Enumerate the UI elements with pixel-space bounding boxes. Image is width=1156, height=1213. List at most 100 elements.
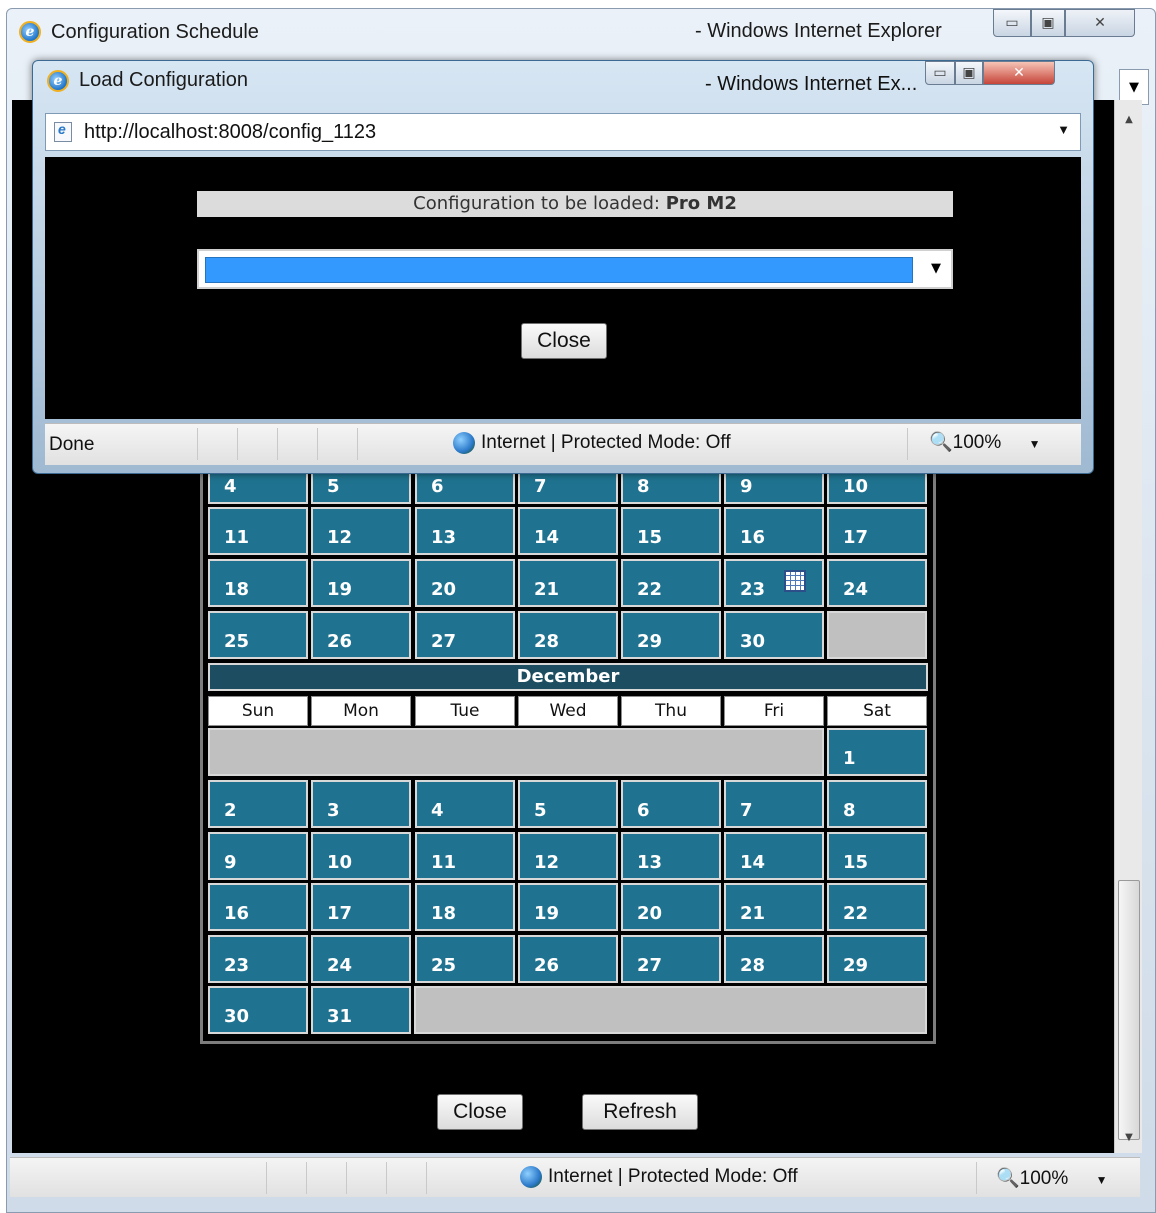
day-cell[interactable]: 18 xyxy=(415,883,515,931)
day-cell[interactable]: 7 xyxy=(724,780,824,828)
empty-cell xyxy=(827,611,927,659)
minimize-icon[interactable]: ▭ xyxy=(925,61,955,85)
address-bar[interactable]: http://localhost:8008/config_1123 ▼ xyxy=(45,113,1081,151)
day-cell[interactable]: 4 xyxy=(415,780,515,828)
day-cell[interactable]: 17 xyxy=(827,507,927,555)
day-cell[interactable]: 25 xyxy=(208,611,308,659)
status-divider xyxy=(386,1162,387,1194)
day-cell[interactable]: 14 xyxy=(518,507,618,555)
scroll-thumb[interactable] xyxy=(1118,880,1140,1140)
maximize-icon[interactable]: ▣ xyxy=(1031,9,1065,37)
day-cell[interactable]: 29 xyxy=(621,611,721,659)
main-window-title-suffix: - Windows Internet Explorer xyxy=(695,20,942,42)
zoom-icon: 🔍 xyxy=(996,1168,1020,1189)
day-cell[interactable]: 2 xyxy=(208,780,308,828)
load-configuration-window: e Load Configuration - Windows Internet … xyxy=(32,60,1094,474)
day-cell[interactable]: 28 xyxy=(724,935,824,983)
day-cell[interactable]: 12 xyxy=(311,507,411,555)
day-cell[interactable]: 24 xyxy=(827,559,927,607)
status-zone-text: Internet | Protected Mode: Off xyxy=(481,432,731,454)
popup-titlebar[interactable]: e Load Configuration xyxy=(33,69,248,92)
vertical-scrollbar[interactable]: ▲ ▼ xyxy=(1114,100,1142,1153)
main-status-bar: Internet | Protected Mode: Off 🔍100% ▼ xyxy=(10,1157,1140,1197)
day-cell[interactable]: 15 xyxy=(827,832,927,880)
day-cell[interactable]: 25 xyxy=(415,935,515,983)
day-cell[interactable]: 30 xyxy=(724,611,824,659)
day-cell[interactable]: 21 xyxy=(724,883,824,931)
status-divider xyxy=(426,1162,427,1194)
day-cell[interactable]: 26 xyxy=(311,611,411,659)
status-divider xyxy=(277,428,278,460)
zoom-dropdown-icon[interactable]: ▼ xyxy=(1096,1173,1108,1187)
configuration-label: Configuration to be loaded: xyxy=(413,193,660,214)
main-window-title: Configuration Schedule xyxy=(51,20,259,43)
close-icon[interactable]: ✕ xyxy=(983,61,1055,85)
day-cell[interactable]: 3 xyxy=(311,780,411,828)
day-cell[interactable]: 23 xyxy=(724,559,824,607)
zoom-dropdown-icon[interactable]: ▼ xyxy=(1029,437,1041,451)
day-cell[interactable]: 11 xyxy=(208,507,308,555)
day-cell[interactable]: 11 xyxy=(415,832,515,880)
configuration-label-bar: Configuration to be loaded: Pro M2 xyxy=(197,191,953,217)
day-cell[interactable]: 16 xyxy=(724,507,824,555)
address-dropdown-icon[interactable]: ▼ xyxy=(1057,122,1070,137)
main-titlebar[interactable]: e Configuration Schedule xyxy=(7,9,1155,55)
close-button[interactable]: Close xyxy=(437,1094,523,1130)
zoom-level: 100% xyxy=(1019,1168,1069,1189)
scroll-up-icon[interactable]: ▲ xyxy=(1115,108,1143,130)
day-cell[interactable]: 30 xyxy=(208,986,308,1034)
globe-icon xyxy=(453,432,475,454)
day-cell[interactable]: 31 xyxy=(311,986,411,1034)
popup-close-button[interactable]: Close xyxy=(521,323,607,359)
day-cell[interactable]: 20 xyxy=(415,559,515,607)
day-cell[interactable]: 14 xyxy=(724,832,824,880)
maximize-icon[interactable]: ▣ xyxy=(955,61,983,85)
status-divider xyxy=(306,1162,307,1194)
day-cell[interactable]: 1 xyxy=(827,728,927,776)
day-cell[interactable]: 17 xyxy=(311,883,411,931)
popup-content: Configuration to be loaded: Pro M2 ▼ Clo… xyxy=(45,157,1081,419)
day-cell[interactable]: 6 xyxy=(621,780,721,828)
weekday-header: Fri xyxy=(724,696,824,726)
calendar-icon[interactable] xyxy=(784,570,806,592)
selected-option[interactable] xyxy=(205,257,913,283)
popup-status-zone: Internet | Protected Mode: Off xyxy=(453,432,731,454)
day-cell[interactable]: 19 xyxy=(518,883,618,931)
chevron-down-icon[interactable]: ▼ xyxy=(931,261,941,276)
day-cell[interactable]: 8 xyxy=(827,780,927,828)
zoom-control[interactable]: 🔍100% ▼ xyxy=(996,1166,1107,1190)
day-cell[interactable]: 13 xyxy=(415,507,515,555)
minimize-icon[interactable]: ▭ xyxy=(993,9,1031,37)
ie-logo-icon: e xyxy=(19,21,41,43)
day-cell[interactable]: 10 xyxy=(311,832,411,880)
day-cell[interactable]: 23 xyxy=(208,935,308,983)
day-cell[interactable]: 15 xyxy=(621,507,721,555)
day-cell[interactable]: 9 xyxy=(208,832,308,880)
close-icon[interactable]: ✕ xyxy=(1065,9,1135,37)
day-cell[interactable]: 13 xyxy=(621,832,721,880)
day-cell[interactable]: 22 xyxy=(827,883,927,931)
day-cell[interactable]: 28 xyxy=(518,611,618,659)
day-cell[interactable]: 27 xyxy=(621,935,721,983)
day-cell[interactable]: 26 xyxy=(518,935,618,983)
day-cell[interactable]: 27 xyxy=(415,611,515,659)
day-cell[interactable]: 29 xyxy=(827,935,927,983)
day-cell[interactable]: 16 xyxy=(208,883,308,931)
day-cell[interactable]: 19 xyxy=(311,559,411,607)
day-cell[interactable]: 22 xyxy=(621,559,721,607)
day-cell[interactable]: 18 xyxy=(208,559,308,607)
popup-window-controls: ▭ ▣ ✕ xyxy=(925,61,1055,85)
day-cell[interactable]: 5 xyxy=(518,780,618,828)
day-cell[interactable]: 21 xyxy=(518,559,618,607)
configuration-name: Pro M2 xyxy=(665,193,737,214)
scroll-down-icon[interactable]: ▼ xyxy=(1115,1126,1143,1148)
configuration-select[interactable]: ▼ xyxy=(197,249,953,289)
day-cell[interactable]: 20 xyxy=(621,883,721,931)
day-cell[interactable]: 24 xyxy=(311,935,411,983)
day-cell[interactable]: 12 xyxy=(518,832,618,880)
status-divider xyxy=(357,428,358,460)
month-header-december: December xyxy=(208,663,928,691)
popup-zoom-control[interactable]: 🔍100% ▼ xyxy=(929,430,1040,454)
refresh-button[interactable]: Refresh xyxy=(582,1094,698,1130)
address-url[interactable]: http://localhost:8008/config_1123 xyxy=(84,121,376,144)
